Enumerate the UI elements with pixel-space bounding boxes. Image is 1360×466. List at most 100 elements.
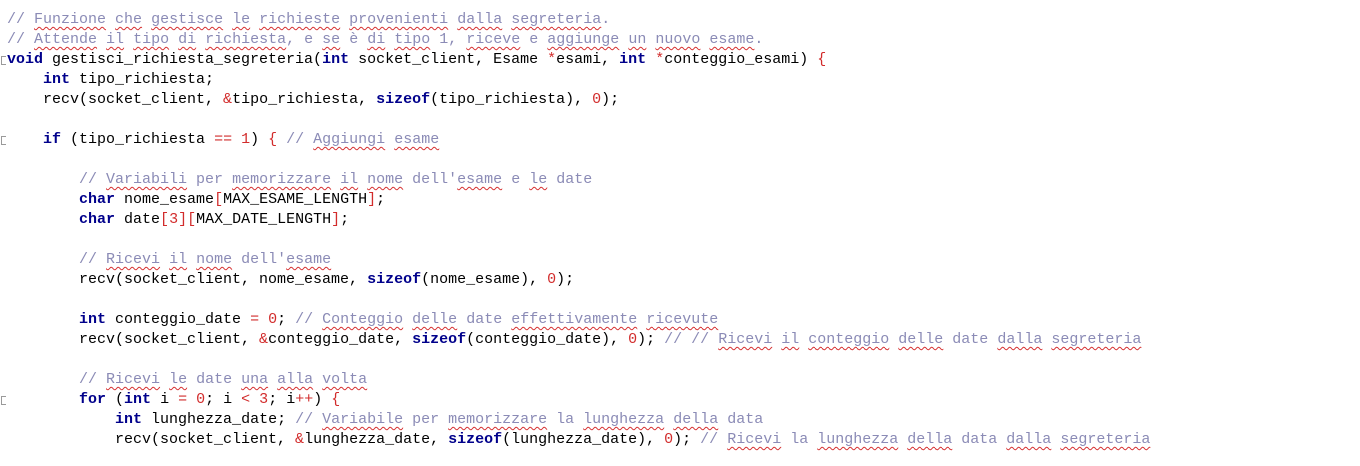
comment-token: tipo <box>394 31 431 48</box>
comment-token: Conteggio <box>322 311 404 328</box>
literal-token: { <box>817 51 827 68</box>
literal-token: 0 <box>592 91 602 108</box>
fold-marker-icon[interactable] <box>1 56 6 65</box>
code-token: ; <box>340 211 350 228</box>
code-token: socket_client, Esame <box>349 51 548 68</box>
comment-token: esame <box>709 31 755 48</box>
keyword-token: char <box>79 191 116 208</box>
code-token: tipo_richiesta; <box>70 71 215 88</box>
comment-token: le <box>232 11 251 28</box>
comment-token: il <box>106 31 125 48</box>
literal-token: { <box>268 131 278 148</box>
comment-token: Variabili <box>106 171 188 188</box>
code-token: recv(socket_client, <box>7 91 224 108</box>
keyword-token: int <box>619 51 647 68</box>
code-line: char date[3][MAX_DATE_LENGTH]; <box>7 210 349 230</box>
comment-token: Ricevi <box>718 331 773 348</box>
literal-token: ++ <box>295 391 314 408</box>
comment-token: Aggiungi <box>313 131 386 148</box>
code-line: recv(socket_client, nome_esame, sizeof(n… <box>7 270 574 290</box>
code-token: ) <box>313 391 332 408</box>
comment-token: Funzione <box>34 11 107 28</box>
comment-token <box>142 11 151 28</box>
code-token: (tipo_richiesta <box>61 131 215 148</box>
comment-token <box>889 331 898 348</box>
comment-token <box>502 11 511 28</box>
comment-token: una <box>241 371 269 388</box>
code-line: // Variabili per memorizzare il nome del… <box>7 170 592 190</box>
comment-token: provenienti <box>349 11 449 28</box>
code-line: void gestisci_richiesta_segreteria(int s… <box>7 50 826 70</box>
code-token: (tipo_richiesta), <box>430 91 593 108</box>
literal-token: [ <box>160 211 170 228</box>
comment-token <box>340 11 349 28</box>
keyword-token: char <box>79 211 116 228</box>
comment-token: volta <box>322 371 368 388</box>
comment-token: che <box>115 11 143 28</box>
comment-token <box>187 251 196 268</box>
comment-token <box>196 31 205 48</box>
comment-token: il <box>169 251 188 268</box>
comment-token: , e <box>286 31 323 48</box>
comment-token: // <box>295 411 323 428</box>
code-token: recv(socket_client, <box>7 331 260 348</box>
literal-token: == <box>214 131 233 148</box>
code-line: int conteggio_date = 0; // Conteggio del… <box>7 310 718 330</box>
code-line: // Ricevi le date una alla volta <box>7 370 367 390</box>
comment-token: Ricevi <box>106 251 161 268</box>
comment-token: il <box>340 171 359 188</box>
comment-token: il <box>781 331 800 348</box>
comment-token <box>619 31 628 48</box>
comment-token: memorizzare <box>448 411 548 428</box>
comment-token: date <box>547 171 593 188</box>
comment-token: data <box>718 411 764 428</box>
literal-token: { <box>331 391 341 408</box>
literal-token: 0 <box>664 431 674 448</box>
keyword-token: sizeof <box>376 91 431 108</box>
comment-token <box>898 431 907 448</box>
fold-marker-icon[interactable] <box>1 396 6 405</box>
literal-token: * <box>655 51 665 68</box>
literal-token: 0 <box>628 331 638 348</box>
comment-token: date <box>457 311 512 328</box>
comment-token: . <box>754 31 764 48</box>
fold-marker-icon[interactable] <box>1 136 6 145</box>
comment-token: esame <box>394 131 440 148</box>
code-editor[interactable]: // Funzione che gestisce le richieste pr… <box>0 0 1360 466</box>
comment-token: la <box>781 431 818 448</box>
code-token: tipo_richiesta, <box>232 91 377 108</box>
comment-token: segreteria <box>1060 431 1151 448</box>
comment-token <box>169 31 178 48</box>
code-token: (nome_esame), <box>421 271 548 288</box>
comment-token: // // <box>664 331 719 348</box>
comment-token <box>1051 431 1060 448</box>
literal-token: ][ <box>178 211 197 228</box>
comment-token: esame <box>286 251 332 268</box>
comment-token: di <box>178 31 197 48</box>
code-token: conteggio_esami) <box>664 51 818 68</box>
comment-token <box>97 31 106 48</box>
code-token: ); <box>637 331 665 348</box>
code-token: conteggio_date, <box>268 331 413 348</box>
comment-token: dalla <box>457 11 503 28</box>
code-token: ); <box>673 431 701 448</box>
code-token: nome_esame <box>115 191 215 208</box>
comment-token: esame <box>457 171 503 188</box>
comment-token: lunghezza <box>817 431 899 448</box>
code-token: lunghezza_date; <box>142 411 296 428</box>
literal-token: & <box>259 331 269 348</box>
code-token: i <box>151 391 179 408</box>
comment-token <box>799 331 808 348</box>
comment-token <box>637 311 646 328</box>
comment-token: gestisce <box>151 11 224 28</box>
code-line: if (tipo_richiesta == 1) { // Aggiungi e… <box>7 130 439 150</box>
comment-token: data <box>952 431 1007 448</box>
comment-token <box>313 371 322 388</box>
comment-token: memorizzare <box>232 171 332 188</box>
